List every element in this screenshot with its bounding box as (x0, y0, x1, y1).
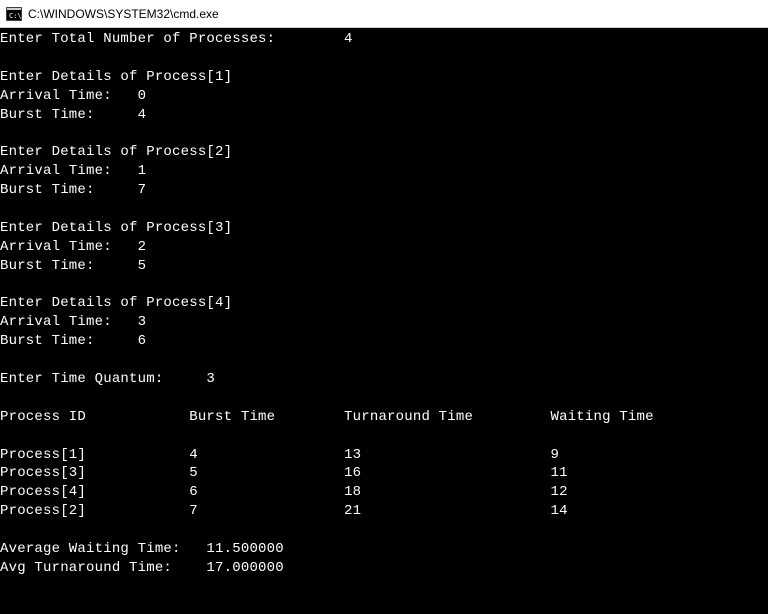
window-title: C:\WINDOWS\SYSTEM32\cmd.exe (28, 7, 219, 21)
cmd-icon: C:\ (6, 6, 22, 22)
svg-text:C:\: C:\ (9, 12, 22, 20)
cmd-window: C:\ C:\WINDOWS\SYSTEM32\cmd.exe Enter To… (0, 0, 768, 614)
titlebar: C:\ C:\WINDOWS\SYSTEM32\cmd.exe (0, 0, 768, 28)
console-output[interactable]: Enter Total Number of Processes: 4 Enter… (0, 28, 768, 614)
